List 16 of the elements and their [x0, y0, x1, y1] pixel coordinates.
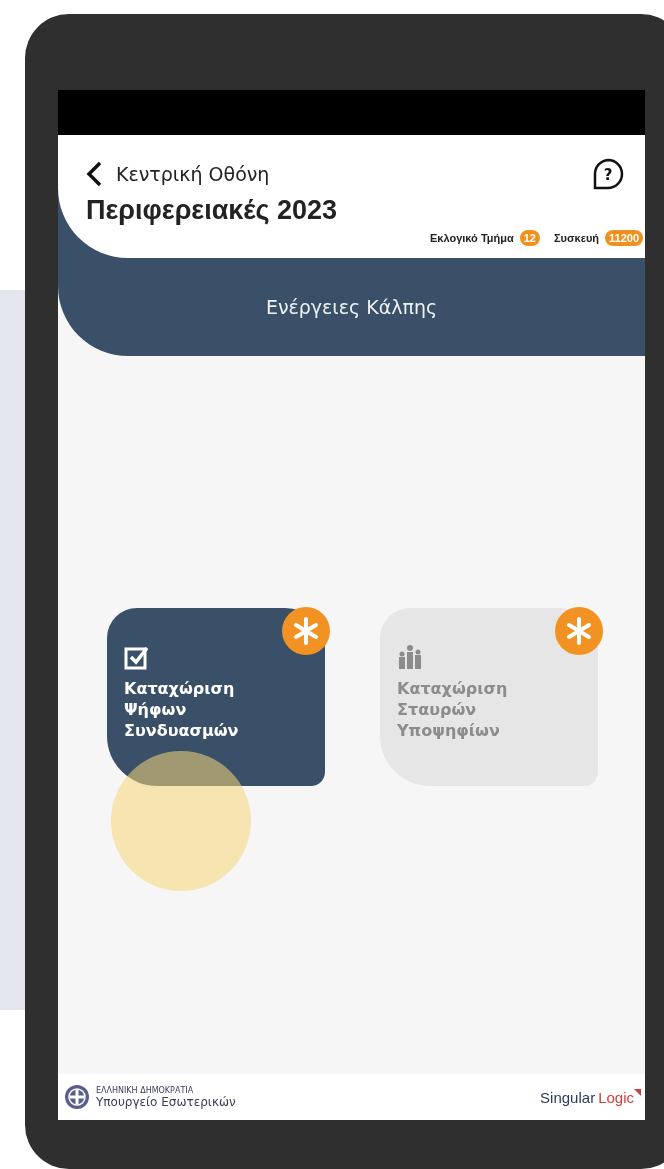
back-icon [86, 161, 102, 187]
back-button[interactable]: Κεντρική Οθόνη [86, 161, 270, 187]
people-icon [397, 644, 423, 670]
badge-label: Συσκευή [554, 232, 599, 244]
badge-label: Εκλογικό Τμήμα [430, 232, 514, 244]
checkbox-icon [124, 644, 150, 670]
action-card[interactable]: Καταχώριση Ψήφων Συνδυασμών [107, 608, 325, 786]
screen-title: Περιφερειακές 2023 [86, 195, 339, 226]
count-badge: 12 [519, 230, 540, 246]
ministry-label: Υπουργείο Εσωτερικών [96, 1094, 236, 1109]
country-label: ΕΛΛΗΝΙΚΗ ΔΗΜΟΚΡΑΤΙΑ [96, 1085, 195, 1095]
brand-logo: Singular Logic [540, 1088, 641, 1106]
emblem-icon [64, 1084, 90, 1110]
section-title: Ενέργειες Κάλπης [264, 295, 439, 320]
count-badge: 11200 [605, 230, 643, 246]
help-icon[interactable]: ? [591, 157, 625, 191]
